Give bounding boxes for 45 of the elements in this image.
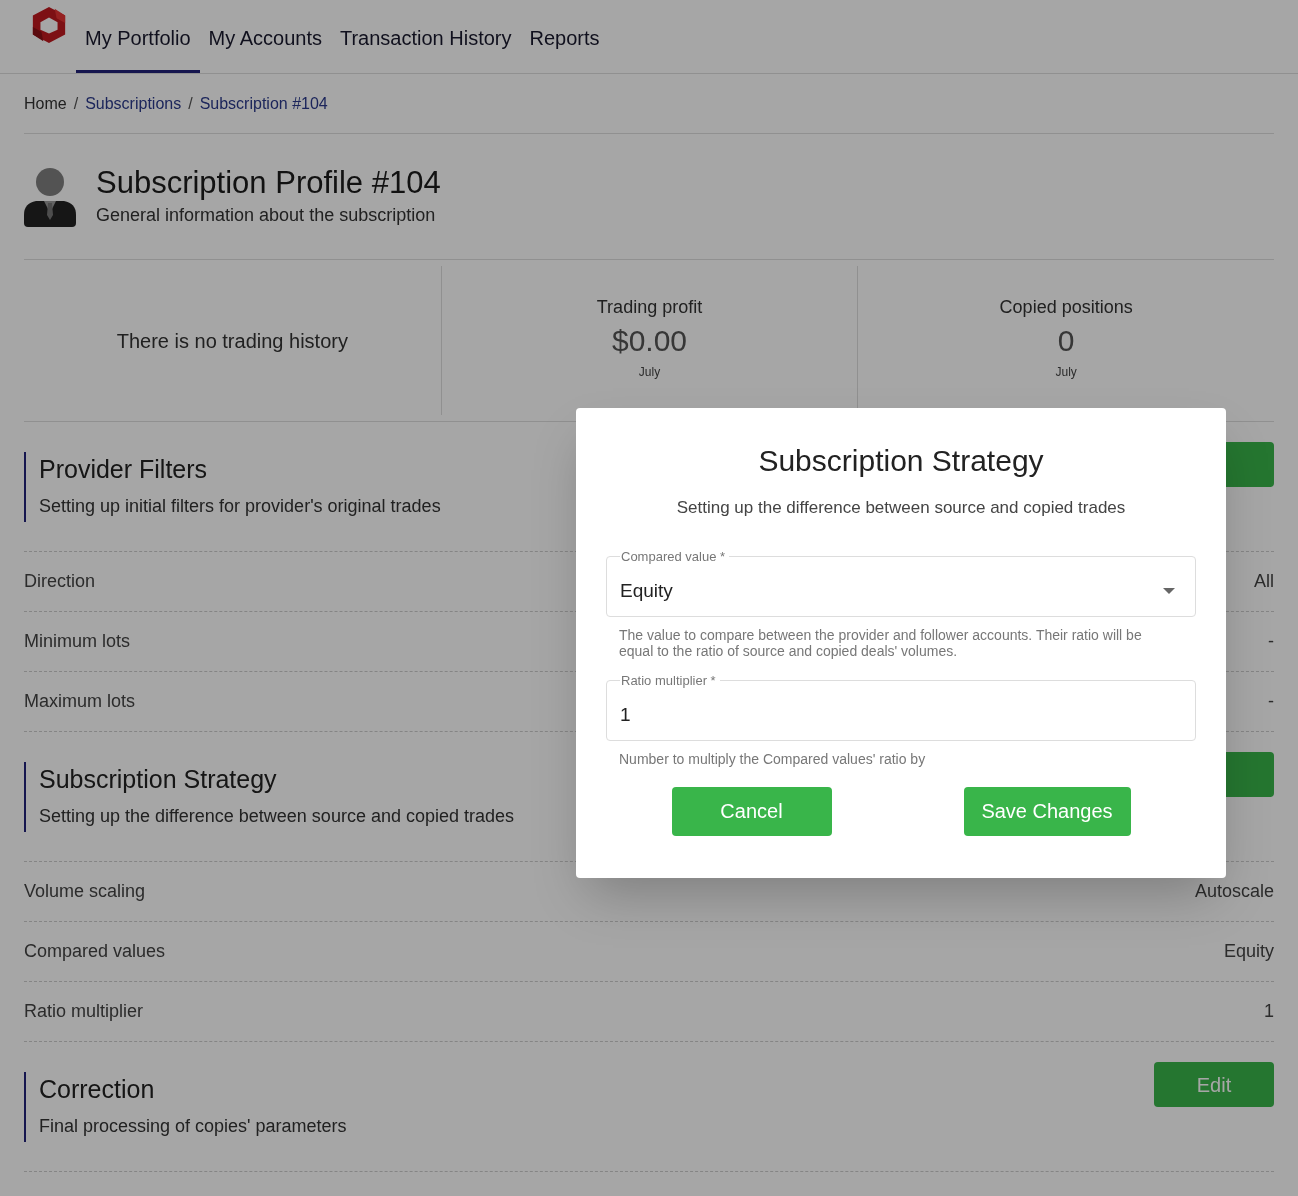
section-title: Subscription Strategy bbox=[39, 764, 278, 795]
row-label: Minimum lots bbox=[24, 630, 130, 653]
section-title: Correction bbox=[39, 1074, 156, 1105]
stat-period: July bbox=[638, 364, 661, 381]
row-value: - bbox=[1268, 690, 1274, 713]
row-label: Volume scaling bbox=[24, 880, 146, 903]
empty-message: There is no trading history bbox=[116, 328, 348, 354]
help-text: The value to compare between the provider and follower accounts. Their ratio will be equal to the ratio of source and copied deals' volumes. bbox=[618, 626, 1143, 659]
row-label: Direction bbox=[24, 570, 96, 593]
row-value: All bbox=[1254, 570, 1274, 593]
section-subtitle: Setting up initial filters for provider's original trades bbox=[39, 495, 441, 518]
row-label: Compared values bbox=[24, 940, 166, 963]
breadcrumb-link[interactable]: Subscription #104 bbox=[199, 91, 328, 116]
field-label: Compared value * bbox=[620, 547, 727, 566]
stat-value: 0 bbox=[1057, 323, 1075, 359]
section-title: Provider Filters bbox=[39, 454, 209, 485]
logo-icon bbox=[30, 5, 68, 45]
page-title: Subscription Profile #104 bbox=[96, 164, 441, 202]
breadcrumb-separator: / bbox=[73, 93, 79, 114]
nav-tab[interactable]: Reports bbox=[520, 6, 609, 73]
caret-icon bbox=[1163, 588, 1175, 594]
stat-label: Trading profit bbox=[596, 296, 703, 319]
row-label: Maximum lots bbox=[24, 690, 135, 713]
row-value: Equity bbox=[1223, 940, 1274, 963]
row-value: - bbox=[1268, 630, 1274, 653]
row-value: Autoscale bbox=[1194, 880, 1274, 903]
breadcrumb-separator: / bbox=[188, 93, 193, 114]
dialog-title: Subscription Strategy bbox=[757, 443, 1045, 479]
help-text: Number to multiply the Compared values' ratio by bbox=[618, 750, 927, 767]
breadcrumb-link[interactable]: Home bbox=[24, 91, 67, 116]
dialog-subtitle: Setting up the difference between source and copied trades bbox=[675, 497, 1127, 519]
page-subtitle: General information about the subscription bbox=[96, 204, 437, 227]
nav-tab[interactable]: My Accounts bbox=[199, 6, 331, 73]
section-subtitle: Setting up the difference between source and copied trades bbox=[39, 805, 514, 828]
row-value: 1 bbox=[1264, 1000, 1274, 1023]
nav-tab[interactable]: My Portfolio bbox=[76, 6, 200, 73]
section-subtitle: Final processing of copies' parameters bbox=[39, 1115, 347, 1138]
avatar-icon bbox=[24, 166, 76, 227]
stat-label: Copied positions bbox=[999, 296, 1133, 319]
breadcrumb-link[interactable]: Subscriptions bbox=[85, 91, 182, 116]
stat-period: July bbox=[1055, 364, 1077, 381]
nav-tab[interactable]: Transaction History bbox=[331, 6, 521, 73]
stat-value: $0.00 bbox=[611, 323, 688, 359]
row-label: Ratio multiplier bbox=[24, 1000, 144, 1023]
field-label: Ratio multiplier * bbox=[620, 671, 717, 690]
